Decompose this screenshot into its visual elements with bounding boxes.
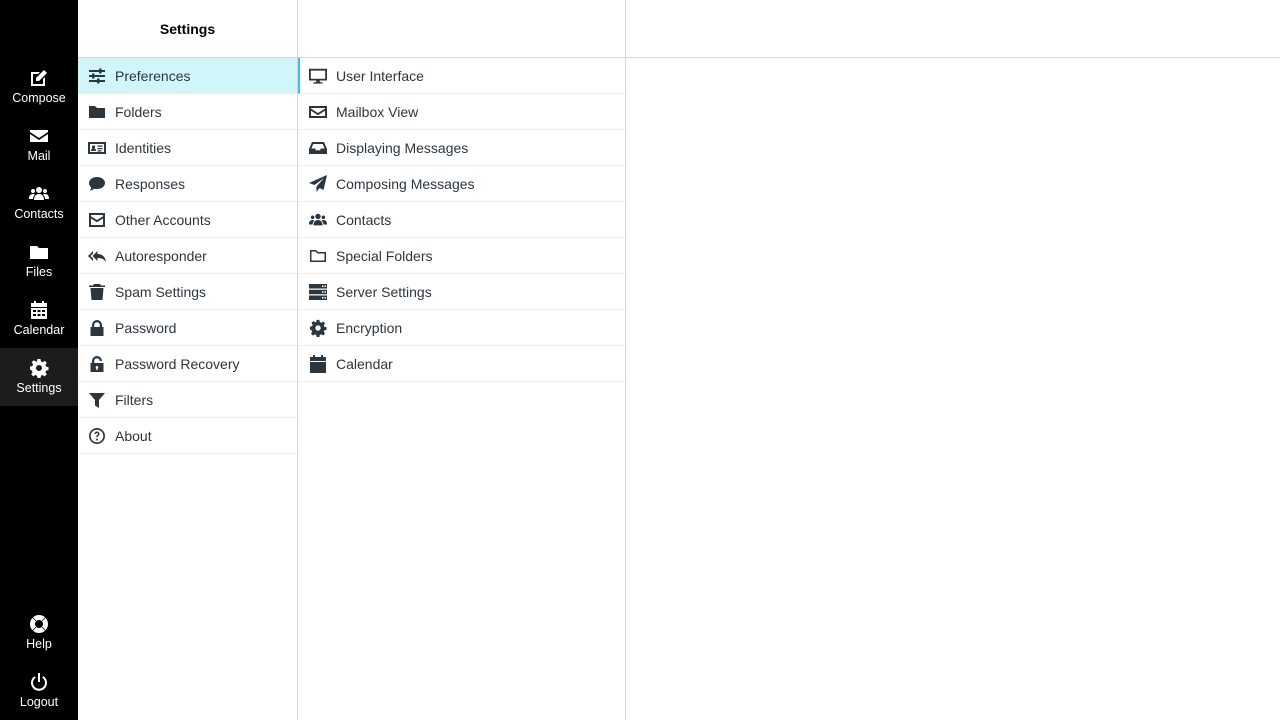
compose-label: Compose: [12, 91, 66, 105]
server-icon: [309, 283, 327, 301]
section-item-label: Calendar: [336, 355, 393, 372]
contacts-button[interactable]: Contacts: [0, 174, 78, 232]
calendar-icon: [31, 301, 47, 319]
sections-list-panel: User Interface Mailbox View Displaying M…: [298, 0, 626, 720]
folder-icon: [88, 103, 106, 121]
section-item-encryption[interactable]: Encryption: [298, 310, 625, 346]
section-item-label: Displaying Messages: [336, 139, 469, 156]
folder-icon: [30, 246, 48, 259]
section-item-server-settings[interactable]: Server Settings: [298, 274, 625, 310]
question-circle-icon: [88, 427, 106, 445]
logout-button[interactable]: Logout: [0, 662, 78, 720]
sections-header: [298, 0, 625, 58]
folder-outline-icon: [309, 247, 327, 265]
section-item-label: User Interface: [336, 67, 424, 84]
envelope-icon: [30, 130, 48, 142]
mail-button[interactable]: Mail: [0, 116, 78, 174]
section-item-special-folders[interactable]: Special Folders: [298, 238, 625, 274]
main-navigation: Compose Mail Contacts Files Calendar Set…: [0, 0, 78, 720]
files-label: Files: [25, 265, 53, 279]
filter-icon: [88, 391, 106, 409]
settings-label: Settings: [16, 381, 62, 395]
section-item-composing-messages[interactable]: Composing Messages: [298, 166, 625, 202]
gear-icon: [30, 359, 49, 378]
settings-item-filters[interactable]: Filters: [78, 382, 297, 418]
settings-item-label: Folders: [115, 103, 162, 120]
settings-header: Settings: [78, 0, 297, 58]
calendar-label: Calendar: [13, 323, 65, 337]
settings-item-label: Password: [115, 319, 177, 336]
settings-item-preferences[interactable]: Preferences: [78, 58, 297, 94]
settings-item-label: Autoresponder: [115, 247, 207, 264]
section-item-label: Special Folders: [336, 247, 433, 264]
settings-item-responses[interactable]: Responses: [78, 166, 297, 202]
settings-item-identities[interactable]: Identities: [78, 130, 297, 166]
inbox-icon: [309, 139, 327, 157]
paper-plane-icon: [309, 174, 327, 193]
help-button[interactable]: Help: [0, 604, 78, 662]
section-item-user-interface[interactable]: User Interface: [298, 58, 625, 94]
calendar-icon: [309, 354, 327, 373]
section-item-label: Composing Messages: [336, 175, 475, 192]
logout-label: Logout: [19, 695, 59, 709]
content-header: [626, 0, 1280, 58]
settings-item-label: Other Accounts: [115, 211, 211, 228]
settings-list-panel: Settings Preferences Folders Identities …: [78, 0, 298, 720]
settings-item-label: About: [115, 427, 152, 444]
section-item-displaying-messages[interactable]: Displaying Messages: [298, 130, 625, 166]
section-item-calendar[interactable]: Calendar: [298, 346, 625, 382]
settings-item-label: Password Recovery: [115, 355, 240, 372]
settings-item-label: Responses: [115, 175, 186, 192]
power-icon: [31, 673, 47, 691]
page-title: Settings: [159, 20, 216, 37]
comment-icon: [88, 175, 106, 193]
settings-item-label: Preferences: [115, 67, 191, 84]
contacts-label: Contacts: [14, 207, 64, 221]
section-item-label: Contacts: [336, 211, 392, 228]
users-icon: [309, 211, 327, 229]
settings-item-other-accounts[interactable]: Other Accounts: [78, 202, 297, 238]
desktop-icon: [309, 67, 327, 85]
mail-label: Mail: [27, 149, 51, 163]
content-panel: [626, 0, 1280, 720]
unlock-icon: [88, 355, 106, 373]
settings-item-about[interactable]: About: [78, 418, 297, 454]
section-item-label: Server Settings: [336, 283, 432, 300]
envelope-square-icon: [88, 211, 106, 229]
life-ring-icon: [30, 615, 48, 633]
settings-item-autoresponder[interactable]: Autoresponder: [78, 238, 297, 274]
settings-item-label: Filters: [115, 391, 154, 408]
calendar-button[interactable]: Calendar: [0, 290, 78, 348]
settings-item-password[interactable]: Password: [78, 310, 297, 346]
envelope-icon: [309, 103, 327, 121]
edit-icon: [31, 70, 47, 86]
gear-icon: [309, 319, 327, 337]
files-button[interactable]: Files: [0, 232, 78, 290]
section-item-contacts[interactable]: Contacts: [298, 202, 625, 238]
section-item-mailbox-view[interactable]: Mailbox View: [298, 94, 625, 130]
users-icon: [29, 187, 49, 200]
help-label: Help: [26, 637, 52, 651]
section-item-label: Encryption: [336, 319, 403, 336]
section-item-label: Mailbox View: [336, 103, 419, 120]
reply-all-icon: [88, 247, 106, 265]
settings-item-label: Spam Settings: [115, 283, 207, 300]
lock-icon: [88, 319, 106, 337]
id-card-icon: [88, 139, 106, 157]
settings-item-folders[interactable]: Folders: [78, 94, 297, 130]
trash-icon: [88, 283, 106, 301]
settings-item-spam-settings[interactable]: Spam Settings: [78, 274, 297, 310]
settings-button[interactable]: Settings: [0, 348, 78, 406]
compose-button[interactable]: Compose: [0, 58, 78, 116]
settings-item-password-recovery[interactable]: Password Recovery: [78, 346, 297, 382]
sliders-icon: [88, 67, 106, 85]
settings-item-label: Identities: [115, 139, 172, 156]
